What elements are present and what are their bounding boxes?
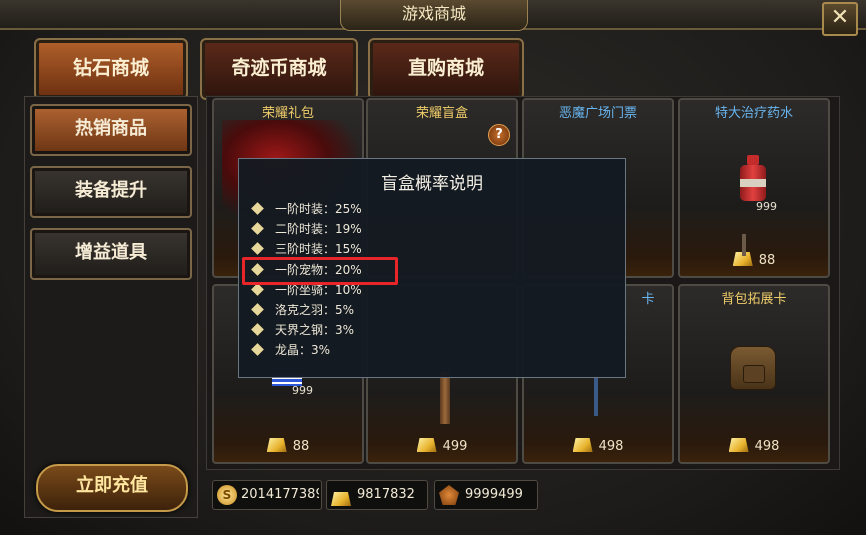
item-price: 88 <box>214 438 362 454</box>
popup-title: 盲盒概率说明 <box>381 174 483 194</box>
price-value: 88 <box>292 439 310 454</box>
sidebar-item-equipment-upgrade[interactable]: 装备提升 <box>30 166 192 218</box>
staff-image <box>440 372 450 424</box>
item-image <box>742 234 746 256</box>
card-title: 背包拓展卡 <box>721 292 787 307</box>
item-price: 88 <box>680 252 828 268</box>
gold-ingot-icon <box>331 487 351 507</box>
price-value: 499 <box>442 439 468 454</box>
sidebar <box>24 96 198 518</box>
card-title: 恶魔广场门票 <box>558 106 637 121</box>
gold-ingot-icon <box>266 438 287 452</box>
coin-icon: S <box>217 485 237 505</box>
price-value: 498 <box>598 439 624 454</box>
item-price: 498 <box>680 438 828 454</box>
card-title: 荣耀盲盒 <box>415 106 468 121</box>
coin-balance: S 2014177389 <box>212 480 322 510</box>
diamond-bullet-icon <box>251 303 264 316</box>
tab-diamond-shop[interactable]: 钻石商城 <box>34 38 188 100</box>
gem-icon <box>439 485 459 505</box>
gold-value: 9817832 <box>357 487 415 502</box>
card-title: 荣耀礼包 <box>261 106 314 121</box>
diamond-bullet-icon <box>251 242 264 256</box>
tab-direct-purchase-shop[interactable]: 直购商城 <box>368 38 524 100</box>
potion-icon <box>738 155 768 203</box>
tab-miracle-coin-shop[interactable]: 奇迹币商城 <box>200 38 358 100</box>
sidebar-item-buff-items[interactable]: 增益道具 <box>30 228 192 280</box>
gem-balance: 9999499 <box>434 480 538 510</box>
gold-ingot-icon <box>728 438 749 452</box>
probability-item: 龙晶：3% <box>251 340 611 360</box>
item-price: 498 <box>524 438 672 454</box>
probability-item: 天界之钢：3% <box>251 320 611 340</box>
probability-item: 二阶时装：19% <box>251 219 611 239</box>
sidebar-item-hot-sales[interactable]: 热销商品 <box>30 104 192 156</box>
probability-item: 一阶时装：25% <box>251 199 611 219</box>
price-value: 498 <box>754 439 780 454</box>
probability-item: 洛克之羽：5% <box>251 300 611 320</box>
coin-value: 2014177389 <box>241 487 319 502</box>
close-icon[interactable]: ✕ <box>822 2 858 36</box>
item-price: 499 <box>368 438 516 454</box>
diamond-bullet-icon <box>251 202 264 215</box>
highlight-box <box>242 257 398 285</box>
window-title: 游戏商城 <box>340 0 528 31</box>
card-title: 特大治疗药水 <box>714 106 793 121</box>
wand-image <box>594 376 598 416</box>
help-icon[interactable]: ? <box>488 124 510 146</box>
backpack-icon <box>730 346 776 390</box>
diamond-bullet-icon <box>251 222 264 236</box>
recharge-button[interactable]: 立即充值 <box>36 464 188 512</box>
diamond-bullet-icon <box>251 323 264 336</box>
diamond-bullet-icon <box>251 343 264 357</box>
gold-ingot-icon <box>416 438 437 452</box>
gold-balance: 9817832 <box>326 480 428 510</box>
gold-ingot-icon <box>572 438 593 452</box>
shop-window: 游戏商城 ✕ 钻石商城 奇迹币商城 直购商城 热销商品 装备提升 增益道具 立即… <box>0 0 866 535</box>
gem-value: 9999499 <box>465 487 523 502</box>
price-value: 88 <box>758 253 776 268</box>
